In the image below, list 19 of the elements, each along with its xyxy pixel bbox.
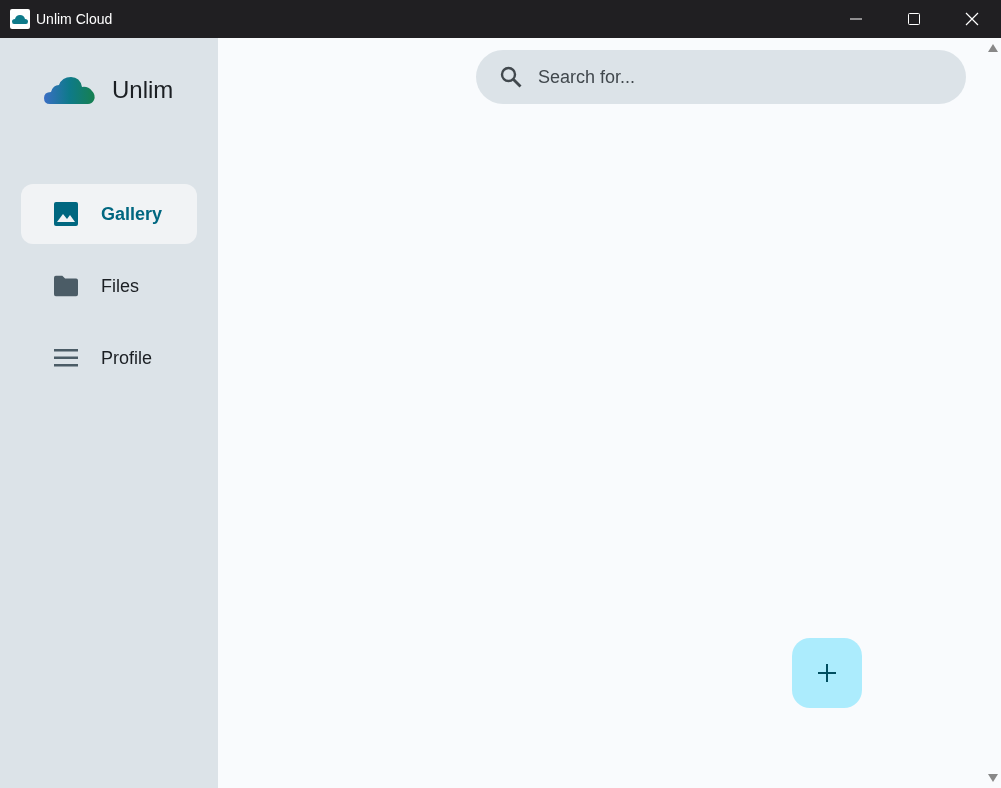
menu-icon (54, 349, 78, 367)
brand-name: Unlim (112, 75, 174, 105)
nav-item[interactable]: Profile (21, 328, 197, 388)
app-icon (10, 9, 30, 29)
close-icon (965, 12, 979, 26)
maximize-icon (908, 13, 920, 25)
minimize-icon (850, 18, 862, 20)
search-field[interactable]: Search for... (476, 50, 966, 104)
image-icon (54, 202, 78, 226)
nav-item[interactable]: Files (21, 256, 197, 316)
search-icon (500, 66, 522, 88)
window-title: Unlim Cloud (36, 9, 113, 29)
scroll-down-icon[interactable] (987, 774, 998, 782)
search-input[interactable]: Search for... (538, 63, 966, 91)
folder-icon (54, 275, 78, 297)
scroll-up-icon[interactable] (987, 44, 998, 52)
nav-item[interactable]: Gallery (21, 184, 197, 244)
cloud-logo-icon (44, 75, 96, 105)
plus-icon (818, 664, 836, 682)
